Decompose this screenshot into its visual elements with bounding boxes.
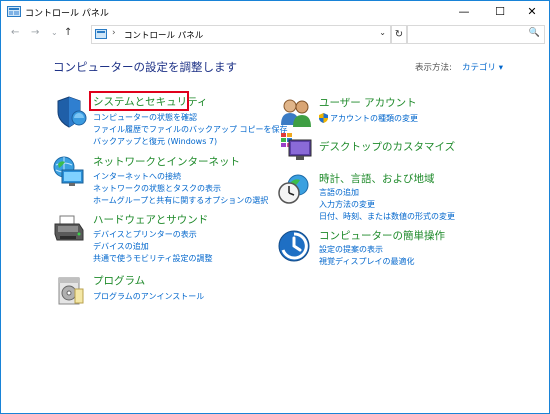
- control-panel-app-icon: [7, 6, 21, 17]
- control-panel-window: コントロール パネル — ☐ ✕ ← → ⌄ ↑ › コントロール パネル ⌄ …: [0, 0, 550, 414]
- highlight-box: [89, 91, 189, 111]
- back-icon[interactable]: ←: [11, 27, 19, 38]
- search-input[interactable]: 🔍: [407, 25, 545, 44]
- category-title-hardware-sound[interactable]: ハードウェアとサウンド: [93, 212, 208, 227]
- link-change-input-method[interactable]: 入力方法の変更: [319, 199, 375, 210]
- forward-icon[interactable]: →: [31, 27, 39, 38]
- category-title-user-accounts[interactable]: ユーザー アカウント: [319, 95, 417, 110]
- link-connect-internet[interactable]: インターネットへの接続: [93, 171, 181, 182]
- link-suggested-settings[interactable]: 設定の提案の表示: [319, 244, 383, 255]
- link-change-account-type[interactable]: アカウントの種類の変更: [330, 113, 418, 124]
- title-bar: コントロール パネル — ☐ ✕: [1, 1, 549, 23]
- clock-globe-icon[interactable]: [278, 173, 310, 205]
- view-by-label: 表示方法:: [415, 63, 452, 73]
- category-title-programs[interactable]: プログラム: [93, 273, 145, 288]
- window-title: コントロール パネル: [25, 9, 109, 19]
- breadcrumb-control-panel[interactable]: コントロール パネル: [124, 29, 203, 41]
- maximize-button[interactable]: ☐: [483, 1, 517, 23]
- network-globe-icon[interactable]: [53, 156, 85, 188]
- view-by-dropdown[interactable]: カテゴリ ▾: [462, 61, 503, 73]
- link-file-history-backup[interactable]: ファイル履歴でファイルのバックアップ コピーを保存: [93, 124, 288, 135]
- link-add-language[interactable]: 言語の追加: [319, 187, 359, 198]
- link-add-device[interactable]: デバイスの追加: [93, 241, 149, 252]
- printer-icon[interactable]: [53, 214, 85, 246]
- up-icon[interactable]: ↑: [64, 27, 72, 38]
- security-shield-icon[interactable]: [55, 96, 87, 128]
- category-title-desktop-customization[interactable]: デスクトップのカスタマイズ: [319, 139, 455, 154]
- page-heading: コンピューターの設定を調整します: [53, 60, 237, 74]
- link-uninstall-program[interactable]: プログラムのアンインストール: [93, 291, 204, 302]
- category-title-clock-language-region[interactable]: 時計、言語、および地域: [319, 171, 435, 186]
- search-icon: 🔍: [528, 28, 540, 38]
- desktop-customization-icon[interactable]: [280, 131, 312, 163]
- category-title-ease-of-access[interactable]: コンピューターの簡単操作: [319, 228, 445, 243]
- link-backup-restore[interactable]: バックアップと復元 (Windows 7): [93, 136, 217, 147]
- link-homegroup-sharing[interactable]: ホームグループと共有に関するオプションの選択: [93, 195, 268, 206]
- link-check-computer-status[interactable]: コンピューターの状態を確認: [93, 112, 197, 123]
- control-panel-icon: [95, 29, 107, 39]
- close-button[interactable]: ✕: [515, 1, 549, 23]
- minimize-button[interactable]: —: [447, 1, 481, 23]
- link-network-status[interactable]: ネットワークの状態とタスクの表示: [93, 183, 221, 194]
- programs-icon[interactable]: [55, 275, 87, 307]
- uac-shield-icon: [319, 113, 328, 123]
- link-change-date-format[interactable]: 日付、時刻、または数値の形式の変更: [319, 211, 455, 222]
- ease-of-access-icon[interactable]: [278, 230, 310, 262]
- refresh-button[interactable]: ↻: [391, 25, 407, 44]
- link-devices-printers[interactable]: デバイスとプリンターの表示: [93, 229, 197, 240]
- link-mobility-settings[interactable]: 共通で使うモビリティ設定の調整: [93, 253, 213, 264]
- user-accounts-icon[interactable]: [280, 97, 312, 129]
- address-bar[interactable]: › コントロール パネル ⌄: [91, 25, 391, 44]
- recent-locations-icon[interactable]: ⌄: [51, 28, 58, 37]
- link-optimize-visual-display[interactable]: 視覚ディスプレイの最適化: [319, 256, 414, 267]
- category-title-network-internet[interactable]: ネットワークとインターネット: [93, 154, 240, 169]
- address-dropdown-icon[interactable]: ⌄: [379, 28, 386, 37]
- breadcrumb-separator: ›: [112, 28, 116, 38]
